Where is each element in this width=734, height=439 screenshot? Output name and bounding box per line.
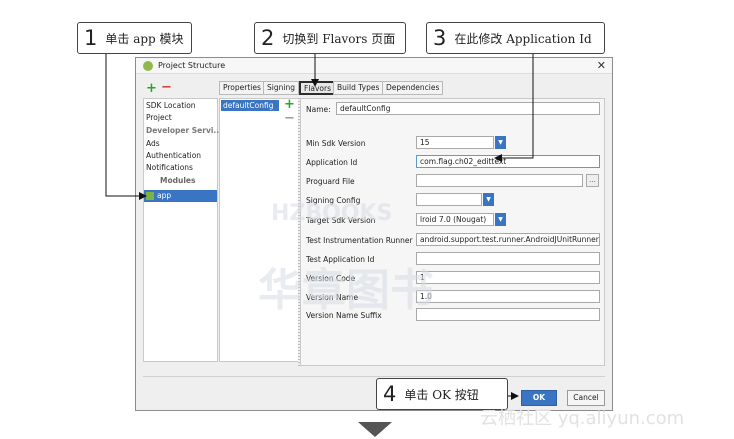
annotation-arrows	[105, 54, 534, 437]
arrow-step-3	[494, 54, 534, 162]
arrow-step-1	[105, 54, 147, 200]
next-step-triangle	[358, 422, 392, 437]
